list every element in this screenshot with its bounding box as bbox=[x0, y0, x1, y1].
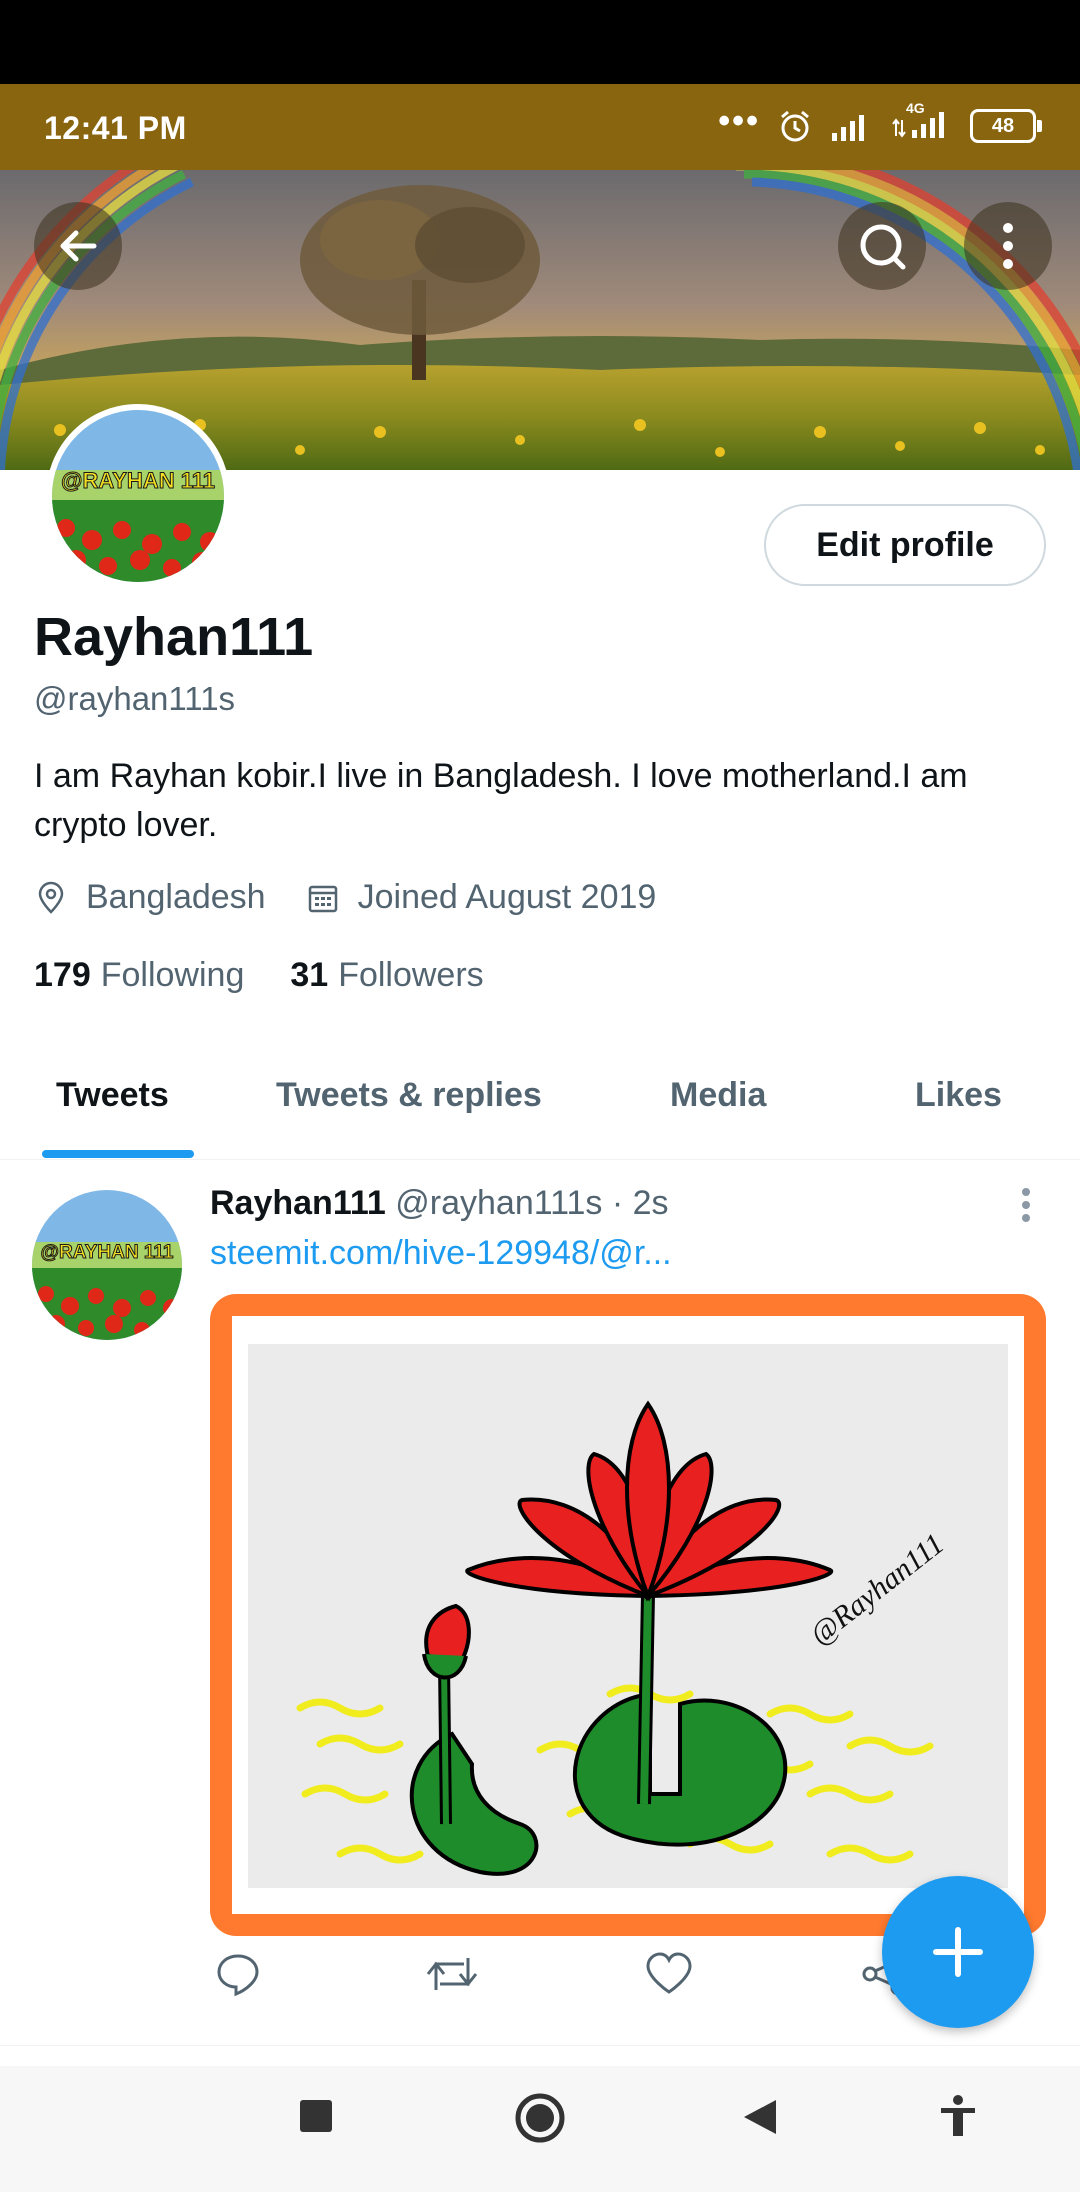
notification-dots-icon: ••• bbox=[718, 101, 760, 140]
more-options-button[interactable] bbox=[964, 202, 1052, 290]
arrow-left-icon bbox=[60, 230, 97, 262]
accessibility-button[interactable] bbox=[938, 2094, 978, 2143]
reply-button[interactable] bbox=[214, 1950, 262, 2003]
tab-tweets[interactable]: Tweets bbox=[56, 1076, 169, 1115]
profile-name: Rayhan111 bbox=[34, 607, 314, 667]
profile-bio: I am Rayhan kobir.I live in Bangladesh. … bbox=[34, 757, 968, 844]
tweet-time: · 2s bbox=[611, 1184, 669, 1222]
home-button[interactable] bbox=[514, 2092, 566, 2149]
profile-meta: Bangladesh Joined August 2019 bbox=[34, 878, 696, 917]
battery-icon: 48 bbox=[970, 108, 1042, 143]
retweet-icon bbox=[426, 1958, 478, 1990]
status-time: 12:41 PM bbox=[44, 110, 187, 146]
home-icon bbox=[515, 2093, 565, 2143]
network-type: 4G bbox=[906, 100, 925, 116]
tab-tweets-replies[interactable]: Tweets & replies bbox=[276, 1076, 542, 1115]
back-button[interactable] bbox=[34, 202, 122, 290]
top-black-bar bbox=[0, 0, 1080, 84]
calendar-icon bbox=[308, 885, 337, 912]
signal-4g-group: 4G bbox=[892, 100, 952, 143]
nav-back-button[interactable] bbox=[742, 2098, 778, 2141]
like-button[interactable] bbox=[644, 1950, 694, 2003]
signal-icon bbox=[832, 114, 864, 141]
search-icon bbox=[860, 224, 906, 270]
tweet-handle: @rayhan111s bbox=[395, 1184, 603, 1222]
following-label[interactable]: Following bbox=[101, 956, 245, 995]
plus-icon bbox=[933, 1927, 983, 1977]
profile-handle: @rayhan111s bbox=[34, 680, 236, 717]
more-vertical-icon bbox=[1003, 223, 1013, 269]
search-button[interactable] bbox=[838, 202, 926, 290]
tweet-more-button[interactable] bbox=[1016, 1186, 1036, 1231]
tab-media[interactable]: Media bbox=[670, 1076, 766, 1115]
like-icon bbox=[646, 1952, 692, 1994]
status-icons: ••• 4G 48 bbox=[718, 100, 1042, 143]
following-count[interactable]: 179 bbox=[34, 956, 91, 995]
retweet-button[interactable] bbox=[424, 1950, 480, 2003]
compose-tweet-button[interactable] bbox=[882, 1876, 1034, 2028]
tweet-avatar-text: @RAYHAN 111 bbox=[41, 1242, 174, 1263]
joined-item: Joined August 2019 bbox=[306, 878, 657, 917]
recents-icon bbox=[300, 2100, 332, 2132]
alarm-icon bbox=[781, 110, 809, 141]
tweet-avatar[interactable]: @RAYHAN 111 bbox=[32, 1190, 182, 1340]
location-item: Bangladesh bbox=[34, 878, 266, 917]
tweet-media-image[interactable]: @Rayhan111 bbox=[210, 1294, 1046, 1936]
reply-icon bbox=[217, 1954, 259, 1997]
tweet-link[interactable]: steemit.com/hive-129948/@r... bbox=[210, 1234, 672, 1273]
tweet-header: Rayhan111 @rayhan111s · 2s bbox=[210, 1184, 669, 1223]
tweet-author[interactable]: Rayhan111 bbox=[210, 1184, 386, 1222]
accessibility-icon bbox=[941, 2095, 975, 2136]
tweet-actions bbox=[210, 1950, 930, 2010]
android-nav-bar bbox=[0, 2066, 1080, 2192]
followers-label[interactable]: Followers bbox=[338, 956, 483, 995]
location-pin-icon bbox=[38, 881, 64, 914]
status-bar: 12:41 PM ••• 4G 48 bbox=[0, 84, 1080, 170]
edit-profile-button[interactable]: Edit profile bbox=[764, 504, 1046, 586]
back-icon bbox=[744, 2100, 776, 2134]
location-text: Bangladesh bbox=[86, 878, 266, 916]
recents-button[interactable] bbox=[298, 2098, 334, 2139]
profile-avatar[interactable]: @RAYHAN 111 bbox=[46, 404, 230, 588]
active-tab-indicator bbox=[42, 1150, 194, 1158]
more-vertical-icon bbox=[1022, 1188, 1030, 1222]
joined-text: Joined August 2019 bbox=[357, 878, 657, 916]
profile-tabs: Tweets Tweets & replies Media Likes bbox=[0, 1050, 1080, 1160]
tab-likes[interactable]: Likes bbox=[915, 1076, 1002, 1115]
followers-count[interactable]: 31 bbox=[290, 956, 328, 995]
follow-stats: 179 Following 31 Followers bbox=[34, 956, 530, 995]
avatar-text: @RAYHAN 111 bbox=[61, 468, 215, 493]
